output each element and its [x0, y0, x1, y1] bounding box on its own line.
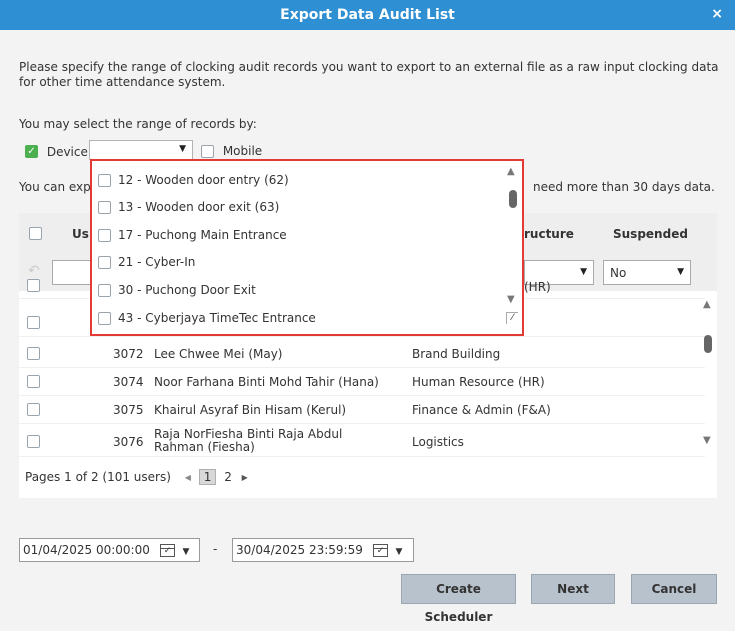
row-name-line1: Raja NorFiesha Binti Raja Abdul: [154, 427, 343, 441]
cancel-button[interactable]: Cancel: [631, 574, 717, 604]
device-dropdown-list: 12 - Wooden door entry (62) 13 - Wooden …: [90, 159, 524, 336]
date-separator: -: [213, 542, 218, 556]
device-select[interactable]: ▼: [89, 140, 193, 160]
prev-page-icon[interactable]: ◀: [185, 473, 191, 482]
next-button[interactable]: Next: [531, 574, 615, 604]
device-option[interactable]: ✓ Device: [25, 142, 88, 160]
item-checkbox[interactable]: [98, 284, 111, 297]
item-label: 21 - Cyber-In: [118, 255, 196, 269]
row-name: Khairul Asyraf Bin Hisam (Kerul): [154, 403, 347, 417]
table-scrollbar[interactable]: ▲ ▼: [701, 299, 715, 449]
table-row[interactable]: 3074 Noor Farhana Binti Mohd Tahir (Hana…: [19, 368, 705, 396]
row-id: 3074: [113, 375, 144, 389]
scroll-thumb[interactable]: [509, 190, 517, 208]
scroll-thumb[interactable]: [704, 335, 712, 353]
item-label: 12 - Wooden door entry (62): [118, 173, 289, 187]
row-checkbox[interactable]: [27, 435, 40, 448]
date-from-field[interactable]: 01/04/2025 00:00:00 ▼: [19, 538, 200, 562]
chevron-down-icon[interactable]: ▼: [396, 547, 403, 557]
row-org: Logistics: [412, 435, 464, 449]
dropdown-scrollbar[interactable]: ▲ ▼: [506, 166, 518, 311]
page-1[interactable]: 1: [198, 469, 217, 485]
table-row[interactable]: 3075 Khairul Asyraf Bin Hisam (Kerul) Fi…: [19, 396, 705, 424]
row-checkbox[interactable]: [27, 316, 40, 329]
item-label: 13 - Wooden door exit (63): [118, 200, 280, 214]
row-name-line2: Rahman (Fiesha): [154, 440, 255, 454]
item-label: 30 - Puchong Door Exit: [118, 283, 256, 297]
row-checkbox[interactable]: [27, 279, 40, 292]
row-org: Finance & Admin (F&A): [412, 403, 551, 417]
row-name: Lee Chwee Mei (May): [154, 347, 283, 361]
next-page-icon[interactable]: ▶: [242, 473, 248, 482]
dropdown-item[interactable]: 17 - Puchong Main Entrance: [98, 224, 287, 246]
range-label: You may select the range of records by:: [19, 117, 257, 131]
item-label: 43 - Cyberjaya TimeTec Entrance: [118, 311, 316, 325]
create-scheduler-button[interactable]: Create Scheduler: [401, 574, 516, 624]
date-to-value: 30/04/2025 23:59:59: [236, 543, 363, 557]
pagination: Pages 1 of 2 (101 users) ◀ 1 2 ▶: [25, 469, 248, 485]
select-all-checkbox[interactable]: [29, 227, 42, 240]
page-2[interactable]: 2: [224, 470, 232, 484]
chevron-down-icon: ▼: [677, 267, 684, 277]
dialog-titlebar: Export Data Audit List ×: [0, 0, 735, 30]
calendar-icon[interactable]: [159, 544, 175, 557]
dropdown-item[interactable]: 21 - Cyber-In: [98, 251, 195, 273]
row-checkbox[interactable]: [27, 375, 40, 388]
table-row[interactable]: 3076 Raja NorFiesha Binti Raja Abdul Rahm…: [19, 425, 705, 457]
export-note-right: need more than 30 days data.: [533, 180, 715, 194]
row-id: 3072: [113, 347, 144, 361]
header-structure[interactable]: ructure: [524, 227, 574, 241]
mobile-label: Mobile: [222, 144, 263, 158]
item-checkbox[interactable]: [98, 201, 111, 214]
row-org: (HR): [524, 280, 551, 294]
mobile-checkbox[interactable]: [201, 145, 214, 158]
row-id: 3076: [113, 435, 144, 449]
scroll-down-icon[interactable]: ▼: [703, 435, 711, 446]
mobile-option[interactable]: Mobile: [201, 142, 262, 160]
device-label: Device: [46, 144, 88, 159]
header-user[interactable]: Us: [72, 227, 89, 241]
chevron-down-icon[interactable]: ▼: [183, 547, 190, 557]
export-note-left: You can exp: [19, 180, 91, 194]
item-checkbox[interactable]: [98, 256, 111, 269]
row-org: Brand Building: [412, 347, 501, 361]
suspended-filter-value: No: [610, 266, 627, 280]
dropdown-item[interactable]: 30 - Puchong Door Exit: [98, 279, 256, 301]
row-checkbox[interactable]: [27, 347, 40, 360]
device-checkbox[interactable]: ✓: [25, 145, 38, 158]
dropdown-item[interactable]: 43 - Cyberjaya TimeTec Entrance: [98, 307, 316, 329]
date-from-value: 01/04/2025 00:00:00: [23, 543, 150, 557]
calendar-icon[interactable]: [372, 544, 388, 557]
chevron-down-icon: ▼: [179, 144, 186, 154]
close-icon[interactable]: ×: [711, 6, 723, 22]
row-org: Human Resource (HR): [412, 375, 545, 389]
scroll-up-icon[interactable]: ▲: [703, 299, 711, 310]
item-label: 17 - Puchong Main Entrance: [118, 228, 287, 242]
header-suspended[interactable]: Suspended: [613, 227, 688, 241]
undo-icon[interactable]: ↶: [28, 263, 40, 279]
scroll-up-icon[interactable]: ▲: [507, 166, 515, 177]
row-name: Noor Farhana Binti Mohd Tahir (Hana): [154, 375, 379, 389]
item-checkbox[interactable]: [98, 229, 111, 242]
chevron-down-icon: ▼: [580, 267, 587, 277]
scroll-down-icon[interactable]: ▼: [507, 294, 515, 305]
row-id: 3075: [113, 403, 144, 417]
item-checkbox[interactable]: [98, 312, 111, 325]
table-row[interactable]: 3072 Lee Chwee Mei (May) Brand Building: [19, 340, 705, 368]
resize-handle-icon[interactable]: ⁄: [506, 312, 518, 324]
item-checkbox[interactable]: [98, 174, 111, 187]
row-name: Raja NorFiesha Binti Raja Abdul Rahman (F…: [154, 428, 342, 454]
row-checkbox[interactable]: [27, 403, 40, 416]
description-text: Please specify the range of clocking aud…: [19, 60, 719, 89]
dropdown-item[interactable]: 13 - Wooden door exit (63): [98, 196, 279, 218]
pages-label: Pages 1 of 2 (101 users): [25, 470, 171, 484]
dropdown-item[interactable]: 12 - Wooden door entry (62): [98, 169, 289, 191]
date-to-field[interactable]: 30/04/2025 23:59:59 ▼: [232, 538, 414, 562]
dialog-title: Export Data Audit List: [280, 7, 455, 23]
